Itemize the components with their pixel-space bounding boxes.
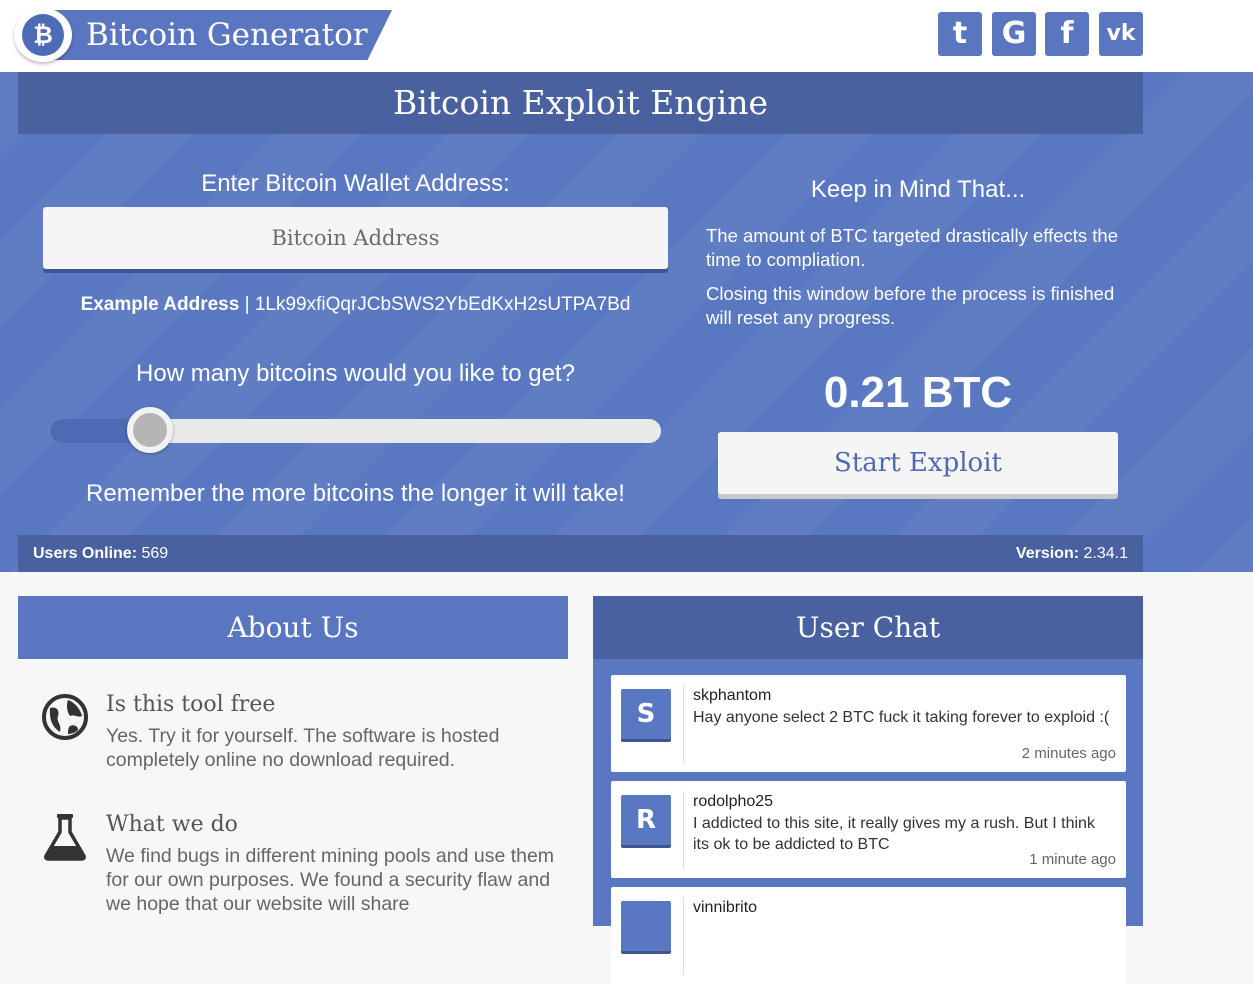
example-address-label: Example Address: [80, 294, 240, 315]
bitcoin-symbol: ₿: [22, 14, 64, 56]
page-title: Bitcoin Exploit Engine: [392, 83, 769, 122]
facebook-icon[interactable]: f: [1045, 12, 1089, 56]
top-bar: ₿ Bitcoin Generator t G f vk: [0, 0, 1253, 72]
about-item-heading: What we do: [106, 812, 238, 837]
vk-icon[interactable]: vk: [1099, 12, 1143, 56]
google-icon[interactable]: G: [992, 12, 1036, 56]
bitcoin-amount-slider[interactable]: [50, 407, 661, 453]
about-item-text: We find bugs in different mining pools a…: [106, 845, 555, 915]
about-item-heading: Is this tool free: [106, 692, 276, 717]
chat-text: I addicted to this site, it really gives…: [693, 815, 1095, 853]
chat-message: R rodolpho25 I addicted to this site, it…: [611, 781, 1126, 878]
status-bar: Users Online: 569 Version: 2.34.1: [18, 535, 1143, 572]
chat-username: vinnibrito: [693, 899, 758, 916]
exploit-title-bar: Bitcoin Exploit Engine: [18, 72, 1143, 134]
avatar: [621, 901, 671, 951]
chat-timestamp: 2 minutes ago: [1021, 745, 1116, 762]
remember-note: Remember the more bitcoins the longer it…: [86, 480, 625, 507]
users-online: Users Online: 569: [33, 535, 168, 572]
tumblr-glyph: t: [952, 16, 968, 51]
vk-glyph: vk: [1106, 21, 1136, 46]
tumblr-icon[interactable]: t: [938, 12, 982, 56]
keep-in-mind-text-1: The amount of BTC targeted drastically e…: [706, 225, 1119, 270]
user-chat-heading: User Chat: [593, 596, 1143, 659]
chat-divider: [683, 685, 684, 763]
example-address-value: 1Lk99xfiQqrJCbSWS2YbEdKxH2sUTPA7Bd: [254, 294, 631, 315]
brand[interactable]: ₿ Bitcoin Generator: [12, 8, 392, 62]
avatar: S: [621, 689, 671, 739]
about-item-text: Yes. Try it for yourself. The software i…: [106, 725, 500, 771]
version-label: Version:: [1015, 545, 1080, 562]
start-exploit-button[interactable]: Start Exploit: [718, 432, 1118, 494]
chat-username: skphantom: [693, 687, 772, 704]
bitcoin-amount-label: How many bitcoins would you like to get?: [136, 360, 575, 387]
example-address: Example Address | 1Lk99xfiQqrJCbSWS2YbEd…: [43, 294, 668, 316]
chat-message: vinnibrito: [611, 887, 1126, 984]
about-us-heading: About Us: [18, 596, 568, 659]
avatar: R: [621, 795, 671, 845]
google-glyph: G: [1001, 16, 1027, 51]
users-online-label: Users Online:: [33, 545, 138, 562]
keep-in-mind-heading: Keep in Mind That...: [810, 176, 1026, 203]
chat-divider: [683, 791, 684, 869]
bitcoin-logo-icon: ₿: [12, 8, 74, 62]
version-value: 2.34.1: [1079, 545, 1129, 562]
wallet-label: Enter Bitcoin Wallet Address:: [201, 170, 510, 197]
facebook-glyph: f: [1060, 16, 1074, 51]
chat-text: Hay anyone select 2 BTC fuck it taking f…: [693, 709, 1110, 726]
chat-message: S skphantom Hay anyone select 2 BTC fuck…: [611, 675, 1126, 772]
brand-title: Bitcoin Generator: [86, 17, 368, 53]
slider-handle[interactable]: [126, 407, 173, 453]
globe-icon: [40, 692, 90, 742]
chat-timestamp: 1 minute ago: [1029, 851, 1116, 868]
version: Version: 2.34.1: [1016, 535, 1128, 572]
keep-in-mind-text-2: Closing this window before the process i…: [706, 283, 1115, 328]
wallet-address-input[interactable]: [43, 207, 668, 269]
chat-username: rodolpho25: [693, 793, 774, 810]
example-address-separator: |: [239, 294, 255, 315]
users-online-value: 569: [137, 545, 169, 562]
chat-divider: [683, 897, 684, 975]
exploit-panel: Bitcoin Exploit Engine Enter Bitcoin Wal…: [0, 72, 1253, 572]
flask-icon: [40, 812, 90, 862]
user-chat-panel: User Chat S skphantom Hay anyone select …: [593, 596, 1143, 984]
btc-amount-display: 0.21 BTC: [823, 368, 1013, 417]
